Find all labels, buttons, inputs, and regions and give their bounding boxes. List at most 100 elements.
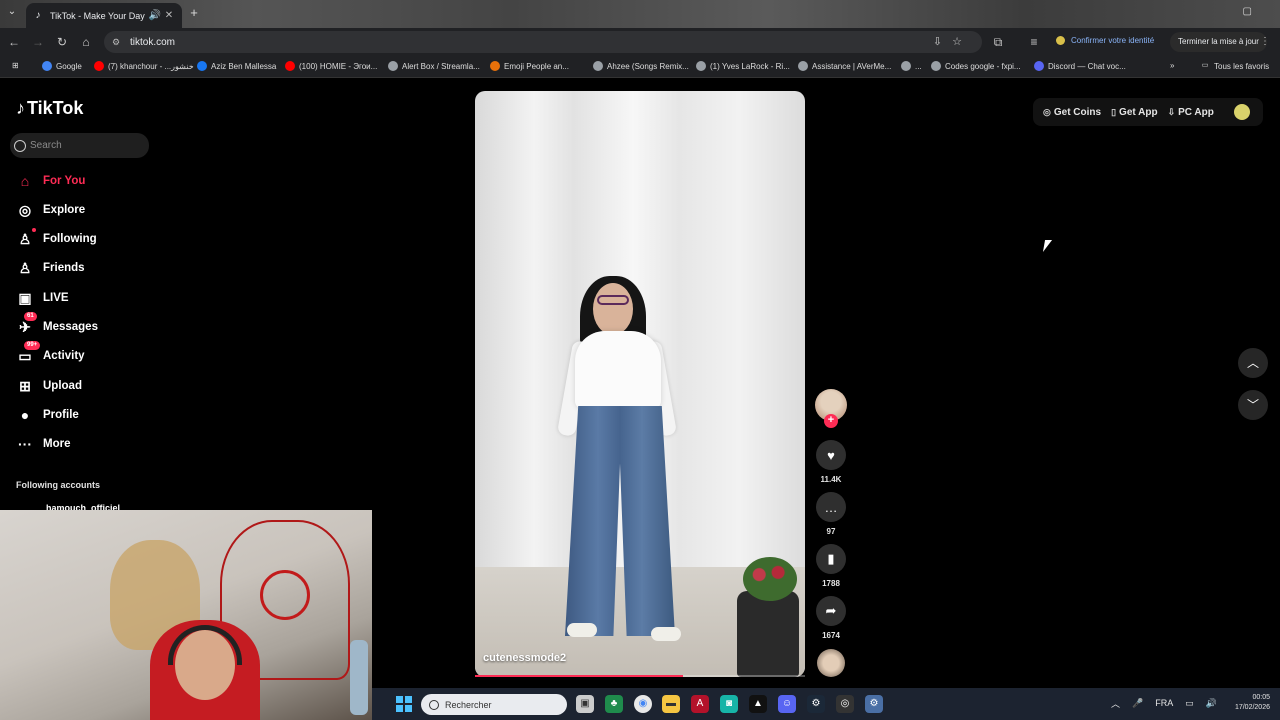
all-bookmarks-folder[interactable]: ▭ Tous les favoris	[1200, 61, 1269, 71]
video-player[interactable]	[475, 91, 805, 677]
nav-item-live[interactable]: ▣ LIVE	[16, 288, 68, 308]
heart-icon[interactable]: ♥	[816, 440, 846, 470]
nav-item-for-you[interactable]: ⌂ For You	[16, 171, 86, 191]
share-action[interactable]: ➦ 1674	[816, 596, 846, 640]
settings-gear-icon[interactable]: ⚙	[865, 695, 883, 713]
bookmark-icon[interactable]: ▮	[816, 544, 846, 574]
nav-item-label: For You	[43, 175, 86, 187]
bookmark-item[interactable]: Codes google - fxpi...	[931, 61, 1021, 71]
search-input[interactable]: Search	[10, 133, 149, 158]
apps-grid-icon[interactable]: ⊞	[12, 61, 19, 70]
bookmark-item[interactable]: ...	[901, 61, 922, 71]
nav-item-messages[interactable]: ✈ 61 Messages	[16, 312, 98, 337]
install-app-icon[interactable]: ⇩	[933, 36, 952, 48]
home-icon[interactable]: ⌂	[78, 34, 94, 50]
address-bar-actions[interactable]: ⇩☆	[933, 35, 972, 48]
bookmark-item[interactable]: Emoji People an...	[490, 61, 569, 71]
update-button[interactable]: Terminer la mise à jour	[1170, 32, 1267, 52]
logo-text: TikTok	[27, 98, 84, 118]
forward-arrow-icon[interactable]: →	[30, 34, 46, 50]
comment-action[interactable]: … 97	[816, 492, 846, 536]
file-explorer-icon[interactable]: ▬	[662, 695, 680, 713]
bookmark-item[interactable]: Ahzee (Songs Remix...	[593, 61, 689, 71]
bookmark-favicon-icon	[197, 61, 207, 71]
app-icon-dark[interactable]: ▲	[749, 695, 767, 713]
bookmark-item[interactable]: (7) khanchour - ...خنشور	[94, 61, 194, 71]
discord-icon[interactable]: ☺	[778, 695, 796, 713]
bookmark-item[interactable]: Alert Box / Streamla...	[388, 61, 480, 71]
volume-icon[interactable]: 🔊	[1206, 698, 1217, 709]
back-arrow-icon[interactable]: ←	[6, 34, 22, 50]
site-info-icon[interactable]: ⚙	[112, 37, 124, 48]
get-coins-button[interactable]: ◎ Get Coins	[1043, 107, 1101, 118]
messages-icon: ✈ 61	[16, 312, 37, 336]
pc-app-button[interactable]: ⇩ PC App	[1168, 107, 1214, 118]
tray-chevron-up-icon[interactable]: ︿	[1111, 697, 1120, 710]
app-icon-green[interactable]: ♣	[605, 695, 623, 713]
share-arrow-icon[interactable]: ➦	[816, 596, 846, 626]
more-bookmarks-icon[interactable]: »	[1170, 61, 1174, 70]
bookmark-item[interactable]: Assistance | AVerMe...	[798, 61, 891, 71]
steam-icon[interactable]: ⚙	[807, 695, 825, 713]
browser-tab-tiktok[interactable]: ♪ TikTok - Make Your Day 🔊 ✕	[26, 3, 182, 28]
bookmark-item[interactable]: Aziz Ben Mallessa	[197, 61, 276, 71]
music-disc-icon[interactable]	[817, 649, 845, 677]
new-tab-button[interactable]: +	[186, 6, 202, 22]
get-app-button[interactable]: ▯ Get App	[1111, 107, 1157, 118]
app-icon-teal[interactable]: ◙	[720, 695, 738, 713]
bookmark-item[interactable]: Google	[42, 61, 82, 71]
nav-item-upload[interactable]: ⊞ Upload	[16, 376, 82, 396]
nav-item-profile[interactable]: ● Profile	[16, 405, 79, 425]
live-icon: ▣	[18, 290, 32, 306]
obs-icon[interactable]: ◎	[836, 695, 854, 713]
address-bar[interactable]: ⚙ tiktok.com ⇩☆	[104, 31, 982, 53]
tab-close-icon[interactable]: ✕	[162, 10, 176, 21]
taskbar-search-input[interactable]: Rechercher	[421, 694, 567, 715]
webcam-overlay	[0, 510, 372, 720]
tab-audio-icon[interactable]: 🔊	[148, 10, 162, 21]
person-shoe-left	[567, 623, 597, 637]
browser-menu-icon[interactable]: ⋮	[1260, 36, 1270, 47]
profile-identity-prompt[interactable]: Confirmer votre identité	[1056, 36, 1154, 45]
microphone-icon[interactable]: 🎤	[1132, 698, 1143, 709]
nav-item-following[interactable]: ♙ Following	[16, 228, 97, 249]
reload-icon[interactable]: ↻	[54, 34, 70, 50]
window-controls[interactable]: ▢	[1243, 6, 1272, 17]
nav-item-activity[interactable]: ▭ 99+ Activity	[16, 341, 85, 366]
tab-search-icon[interactable]: ⌄	[4, 6, 20, 22]
chrome-icon[interactable]: ◉	[634, 695, 652, 713]
previous-video-chevron-up-icon[interactable]: ︿	[1238, 348, 1268, 378]
extensions-icon[interactable]: ⧉	[990, 34, 1006, 50]
bookmark-favicon-icon	[696, 61, 706, 71]
bookmark-count: 1788	[822, 579, 840, 588]
windows-start-icon[interactable]	[396, 696, 412, 712]
like-action[interactable]: ♥ 11.4K	[816, 440, 846, 484]
media-controls-icon[interactable]: ≡	[1026, 34, 1042, 50]
nav-item-friends[interactable]: ♙ Friends	[16, 258, 85, 278]
bookmark-action[interactable]: ▮ 1788	[816, 544, 846, 588]
url-text[interactable]: tiktok.com	[130, 37, 175, 48]
comment-icon[interactable]: …	[816, 492, 846, 522]
nav-item-explore[interactable]: ◎ Explore	[16, 200, 85, 220]
video-progress-bar[interactable]	[475, 675, 805, 677]
taskbar-search-placeholder: Rechercher	[445, 699, 492, 710]
language-indicator[interactable]: FRA	[1155, 698, 1173, 708]
bookmark-star-icon[interactable]: ☆	[952, 36, 972, 48]
nav-item-label: Messages	[43, 321, 98, 333]
profile-icon: ●	[20, 407, 30, 423]
tiktok-logo[interactable]: ♪ TikTok	[16, 98, 83, 119]
identity-label[interactable]: Confirmer votre identité	[1071, 36, 1154, 45]
nav-item-more[interactable]: ··· More	[16, 434, 70, 454]
bookmark-item[interactable]: Discord — Chat voc...	[1034, 61, 1126, 71]
network-icon[interactable]: ▭	[1185, 698, 1194, 709]
next-video-chevron-down-icon[interactable]: ﹀	[1238, 390, 1268, 420]
app-icon-red[interactable]: A	[691, 695, 709, 713]
task-view-icon[interactable]: ▣	[576, 695, 594, 713]
bookmark-item[interactable]: (100) HOMIE - Эгои...	[285, 61, 377, 71]
user-avatar[interactable]	[1234, 104, 1250, 120]
clock-time: 00:05	[1252, 694, 1270, 701]
bookmark-item[interactable]: (1) Yves LaRock - Ri...	[696, 61, 790, 71]
video-author-username[interactable]: cutenessmode2	[483, 652, 566, 664]
follow-plus-button[interactable]: +	[824, 414, 838, 428]
clock[interactable]: 00:05 17/02/2026	[1235, 693, 1270, 713]
